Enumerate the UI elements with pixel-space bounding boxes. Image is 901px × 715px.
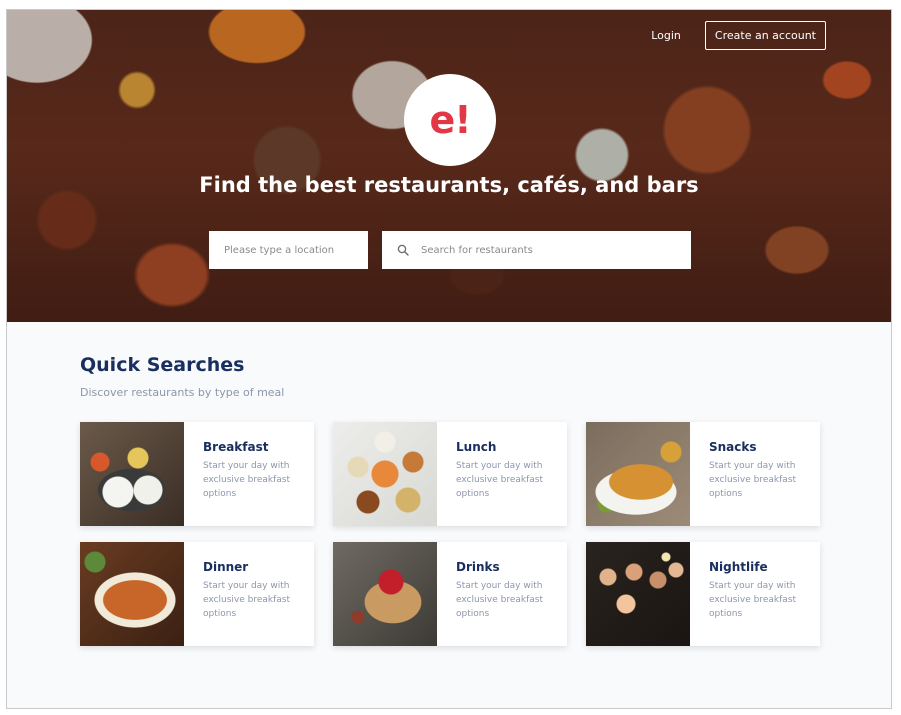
location-placeholder: Please type a location bbox=[224, 244, 335, 256]
meal-card-dinner[interactable]: Dinner Start your day with exclusive bre… bbox=[80, 542, 314, 646]
meal-card-description: Start your day with exclusive breakfast … bbox=[709, 581, 796, 619]
meal-card-title: Nightlife bbox=[709, 560, 768, 574]
meal-card-description: Start your day with exclusive breakfast … bbox=[203, 581, 290, 619]
hero-banner: Login Create an account e! Find the best… bbox=[7, 10, 891, 322]
lunch-image bbox=[333, 422, 437, 526]
meal-card-title: Breakfast bbox=[203, 440, 269, 454]
auth-links: Login Create an account bbox=[643, 21, 826, 50]
meal-card-description: Start your day with exclusive breakfast … bbox=[709, 461, 796, 499]
restaurant-search-input[interactable]: Search for restaurants bbox=[382, 231, 691, 269]
location-input[interactable]: Please type a location bbox=[209, 231, 368, 269]
meal-card-title: Snacks bbox=[709, 440, 757, 454]
brand-logo[interactable]: e! bbox=[404, 74, 496, 166]
page-frame: Login Create an account e! Find the best… bbox=[6, 9, 892, 709]
meal-card-breakfast[interactable]: Breakfast Start your day with exclusive … bbox=[80, 422, 314, 526]
quick-searches-title: Quick Searches bbox=[80, 354, 245, 376]
search-placeholder: Search for restaurants bbox=[421, 244, 533, 256]
quick-searches-subtitle: Discover restaurants by type of meal bbox=[80, 386, 285, 399]
dinner-image bbox=[80, 542, 184, 646]
drinks-image bbox=[333, 542, 437, 646]
create-account-button[interactable]: Create an account bbox=[704, 21, 826, 50]
meal-card-lunch[interactable]: Lunch Start your day with exclusive brea… bbox=[333, 422, 567, 526]
meal-card-description: Start your day with exclusive breakfast … bbox=[456, 461, 543, 499]
meal-card-title: Drinks bbox=[456, 560, 500, 574]
meal-card-nightlife[interactable]: Nightlife Start your day with exclusive … bbox=[586, 542, 820, 646]
meal-card-description: Start your day with exclusive breakfast … bbox=[456, 581, 543, 619]
breakfast-image bbox=[80, 422, 184, 526]
meal-card-snacks[interactable]: Snacks Start your day with exclusive bre… bbox=[586, 422, 820, 526]
nightlife-image bbox=[586, 542, 690, 646]
meal-card-description: Start your day with exclusive breakfast … bbox=[203, 461, 290, 499]
meal-card-drinks[interactable]: Drinks Start your day with exclusive bre… bbox=[333, 542, 567, 646]
meal-card-title: Lunch bbox=[456, 440, 497, 454]
snacks-image bbox=[586, 422, 690, 526]
hero-headline: Find the best restaurants, cafés, and ba… bbox=[199, 173, 699, 197]
meal-card-title: Dinner bbox=[203, 560, 249, 574]
login-link[interactable]: Login bbox=[643, 23, 689, 48]
quick-search-grid: Breakfast Start your day with exclusive … bbox=[80, 422, 820, 646]
search-icon bbox=[397, 244, 409, 256]
